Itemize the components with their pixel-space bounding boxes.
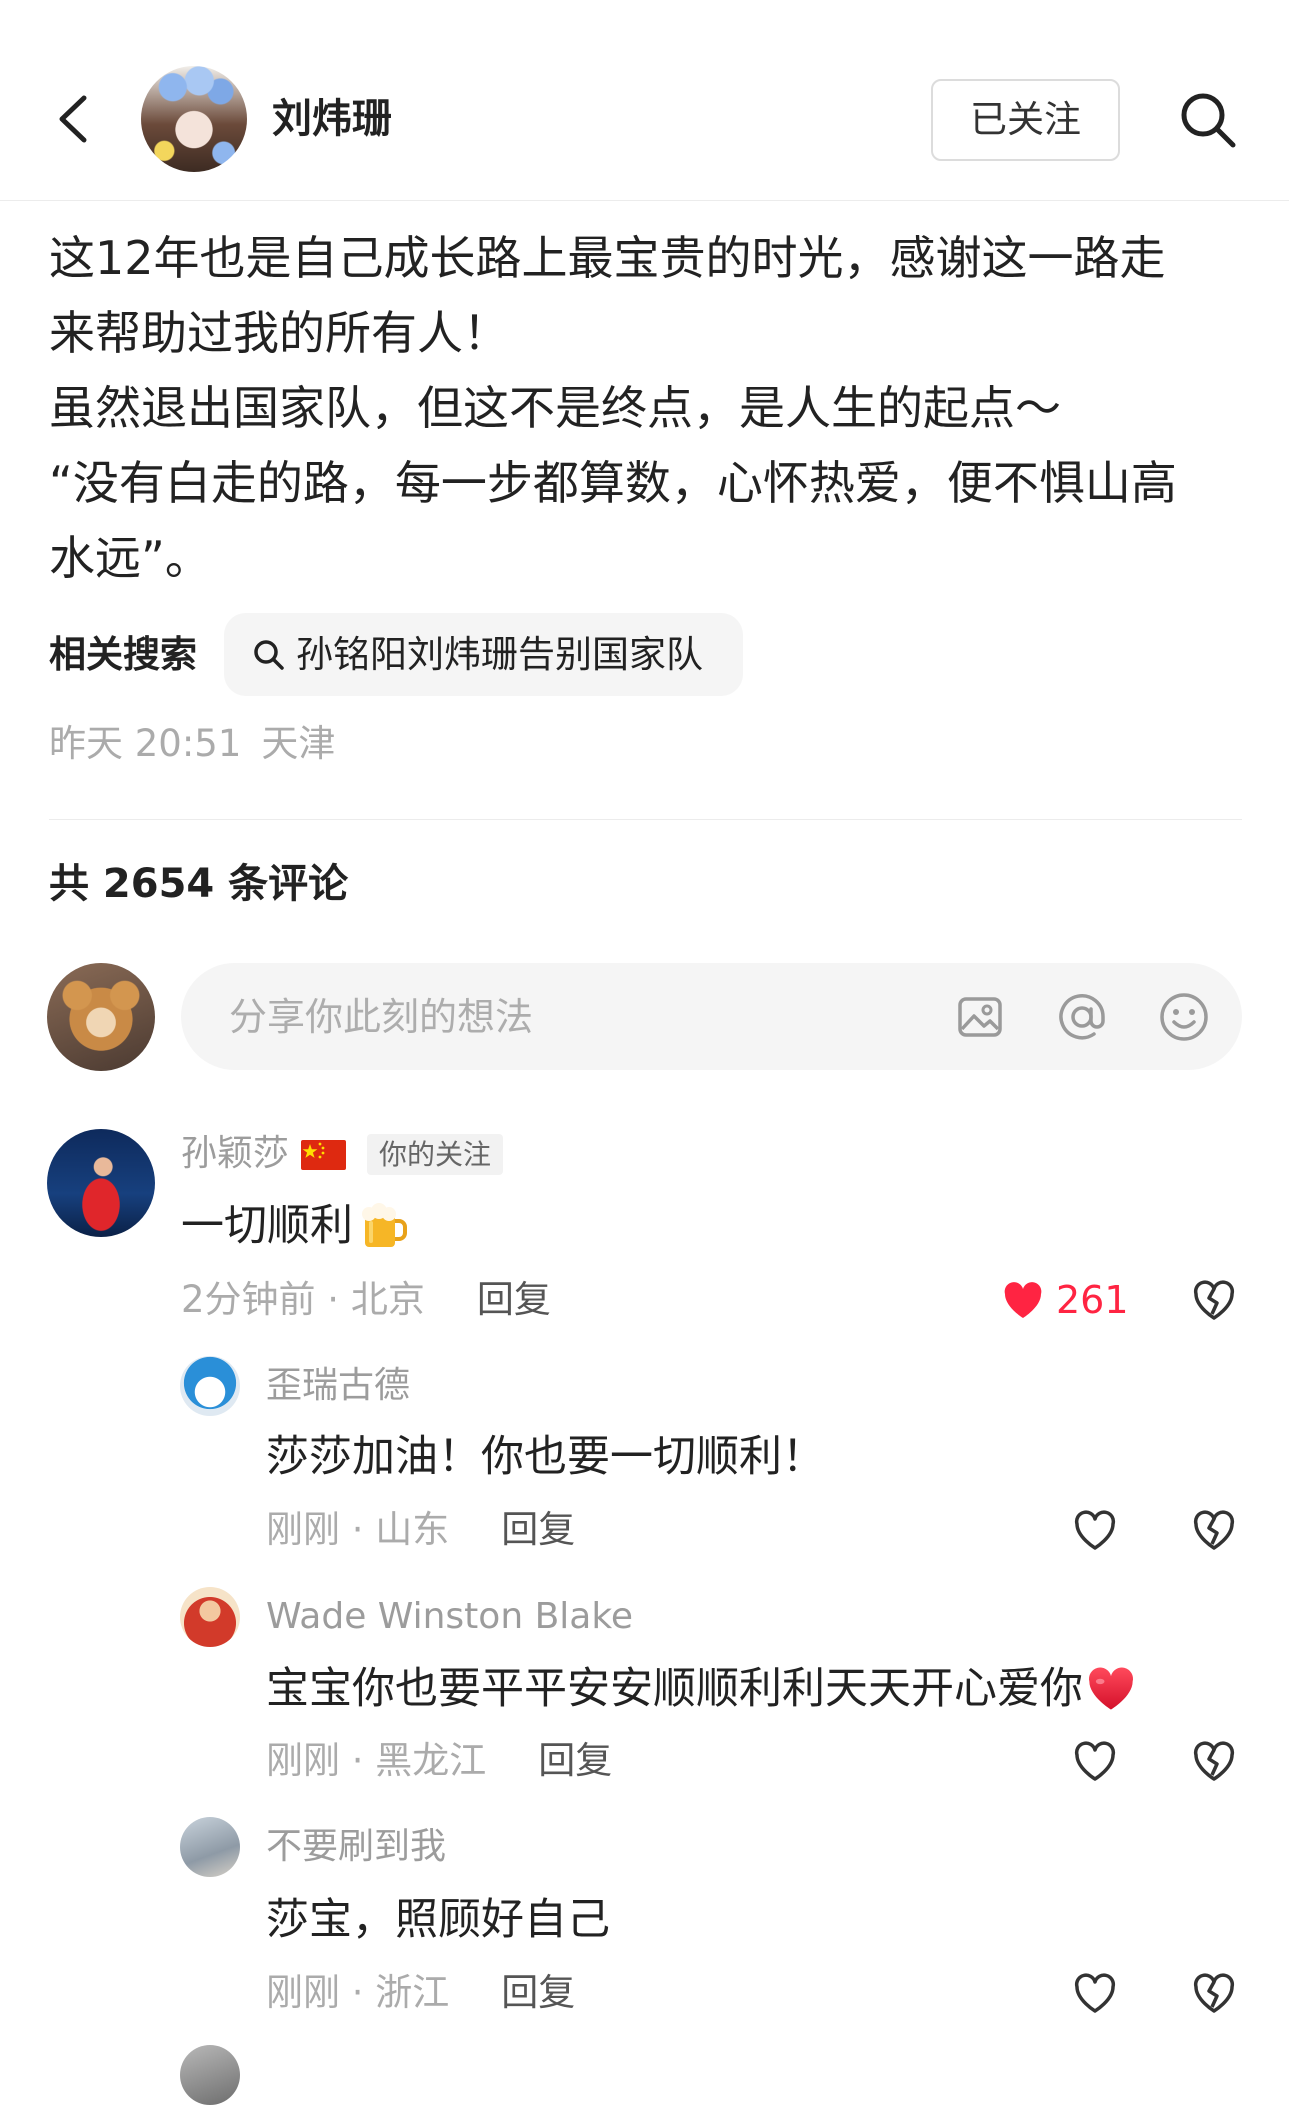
- reply-button[interactable]: 回复: [501, 1508, 575, 1552]
- author-avatar[interactable]: [141, 66, 247, 172]
- post-meta: 昨天 20:51 天津: [49, 722, 335, 766]
- beer-mug-icon: [362, 1203, 407, 1247]
- china-flag-icon: [301, 1140, 346, 1170]
- comment-text: 一切顺利: [181, 1199, 411, 1253]
- post-line: 来帮助过我的所有人！: [49, 306, 509, 360]
- at-sign-icon[interactable]: [1054, 989, 1110, 1045]
- reply-content: 宝宝你也要平平安安顺顺利利天天开心爱你: [266, 1664, 1083, 1714]
- heart-icon[interactable]: [1071, 1737, 1119, 1785]
- reply-button[interactable]: 回复: [538, 1739, 612, 1783]
- search-icon[interactable]: [1176, 88, 1240, 152]
- reply-text: 宝宝你也要平平安安顺顺利利天天开心爱你: [266, 1662, 1137, 1716]
- replier-name[interactable]: 歪瑞古德: [266, 1364, 410, 1408]
- image-icon[interactable]: [952, 989, 1008, 1045]
- comment-meta: 2分钟前 · 北京 回复: [181, 1278, 551, 1322]
- post-line: 这12年也是自己成长路上最宝贵的时光，感谢这一路走: [49, 231, 1166, 285]
- related-search-query: 孙铭阳刘炜珊告别国家队: [296, 632, 703, 676]
- follow-button[interactable]: 已关注: [931, 79, 1120, 161]
- following-badge: 你的关注: [367, 1134, 504, 1175]
- commenter-name[interactable]: 孙颖莎: [181, 1132, 289, 1176]
- heart-icon[interactable]: [1071, 1969, 1119, 2017]
- reply-time-location: 刚刚 · 黑龙江: [266, 1739, 487, 1782]
- my-avatar: [47, 963, 155, 1071]
- like-count: 261: [1056, 1278, 1129, 1322]
- reply-meta: 刚刚 · 浙江 回复: [266, 1971, 575, 2015]
- replier-name[interactable]: Wade Winston Blake: [266, 1595, 633, 1639]
- top-bar: 刘炜珊 已关注: [0, 0, 1289, 201]
- reply-content: 莎宝，照顾好自己: [266, 1895, 610, 1945]
- comment-input-placeholder[interactable]: 分享你此刻的想法: [229, 994, 533, 1040]
- broken-heart-icon[interactable]: [1190, 1969, 1238, 2017]
- heart-icon[interactable]: [1071, 1506, 1119, 1554]
- related-search-chip[interactable]: 孙铭阳刘炜珊告别国家队: [224, 613, 743, 696]
- reply-button[interactable]: 回复: [501, 1971, 575, 2015]
- reply-text: 莎莎加油！你也要一切顺利！: [266, 1430, 825, 1484]
- reply-text: 莎宝，照顾好自己: [266, 1893, 610, 1947]
- reply-meta: 刚刚 · 黑龙江 回复: [266, 1739, 612, 1783]
- replier-name[interactable]: 不要刷到我: [266, 1825, 446, 1869]
- commenter-avatar[interactable]: [47, 1129, 155, 1237]
- post-timestamp: 昨天 20:51: [49, 722, 242, 765]
- smiley-icon[interactable]: [1156, 989, 1212, 1045]
- replier-avatar[interactable]: [180, 1817, 240, 1877]
- post-text: 这12年也是自己成长路上最宝贵的时光，感谢这一路走 来帮助过我的所有人！ 虽然退…: [49, 221, 1177, 596]
- post-line: “没有白走的路，每一步都算数，心怀热爱，便不惧山高: [49, 456, 1177, 510]
- reply-content: 莎莎加油！你也要一切顺利！: [266, 1432, 825, 1482]
- reply-time-location: 刚刚 · 山东: [266, 1508, 450, 1551]
- reply-meta: 刚刚 · 山东 回复: [266, 1508, 575, 1552]
- reply-time-location: 刚刚 · 浙江: [266, 1971, 450, 2014]
- broken-heart-icon[interactable]: [1190, 1506, 1238, 1554]
- broken-heart-icon[interactable]: [1190, 1737, 1238, 1785]
- divider: [49, 819, 1242, 820]
- chevron-left-icon[interactable]: [50, 90, 100, 148]
- related-search-label: 相关搜索: [49, 633, 197, 676]
- post-line: 虽然退出国家队，但这不是终点，是人生的起点～: [49, 381, 1061, 435]
- comment-content: 一切顺利: [181, 1201, 353, 1251]
- broken-heart-icon[interactable]: [1190, 1276, 1238, 1324]
- heart-icon[interactable]: [998, 1276, 1048, 1324]
- replier-avatar[interactable]: [180, 1356, 240, 1416]
- author-name[interactable]: 刘炜珊: [272, 95, 392, 143]
- replier-avatar[interactable]: [180, 1587, 240, 1647]
- magnifier-icon: [254, 639, 284, 670]
- comment-time-location: 2分钟前 · 北京: [181, 1278, 425, 1321]
- replier-avatar[interactable]: [180, 2045, 240, 2105]
- post-line: 水远”。: [49, 531, 211, 585]
- post-location: 天津: [261, 722, 336, 765]
- reply-button[interactable]: 回复: [477, 1278, 551, 1322]
- comment-count: 共 2654 条评论: [49, 861, 349, 907]
- red-heart-icon: [1089, 1667, 1134, 1710]
